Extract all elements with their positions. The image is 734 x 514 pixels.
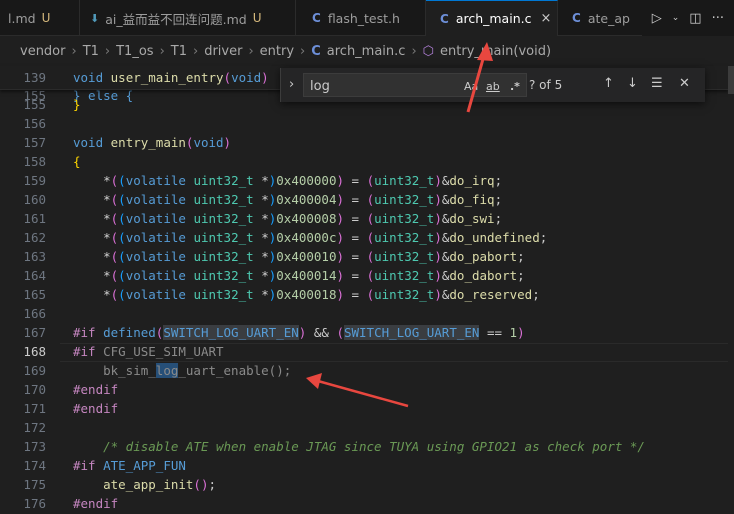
chevron-right-icon: › [411, 43, 417, 59]
regex-toggle[interactable]: .* [510, 80, 520, 93]
editor-actions: ▷ ⌄ ◫ ··· [641, 0, 734, 36]
split-editor-icon[interactable]: ◫ [689, 11, 701, 26]
code-line: 170 #endif [23, 382, 119, 397]
more-actions-icon[interactable]: ··· [712, 11, 724, 26]
arrow-down-icon[interactable]: ↓ [627, 76, 638, 91]
code-line: 157 void entry_main(void) [23, 135, 232, 150]
breadcrumb-item[interactable]: arch_main.c [327, 44, 406, 59]
tab-label: ate_ap [587, 10, 630, 26]
symbol-method-icon: ⬡ [422, 43, 435, 59]
tab-label: ai_益而益不回连问题.md [105, 11, 247, 27]
code-line: 162 *((volatile uint32_t *)0x40000c) = (… [23, 230, 548, 245]
code-line: 158{ [23, 154, 81, 169]
code-line: 174 #if ATE_APP_FUN [23, 458, 186, 473]
tab-l-md[interactable]: l.md U [0, 0, 80, 36]
code-line: 156 [23, 116, 46, 131]
code-line: 176 #endif [23, 496, 119, 511]
tab-ate-app[interactable]: C ate_ap [558, 0, 638, 36]
untracked-badge: U [41, 11, 51, 25]
vertical-scrollbar[interactable] [728, 66, 734, 514]
tab-flash-test-h[interactable]: C flash_test.h [296, 0, 426, 36]
code-line: 159 *((volatile uint32_t *)0x400000) = (… [23, 173, 503, 188]
code-line: 168 #if CFG_USE_SIM_UART [23, 344, 224, 359]
c-file-icon: C [572, 11, 581, 25]
c-file-icon: C [440, 11, 449, 26]
download-icon: ⬇ [90, 11, 100, 25]
breadcrumb-item[interactable]: driver [204, 44, 242, 59]
code-line: 166 [23, 306, 46, 321]
code-line: 165 *((volatile uint32_t *)0x400018) = (… [23, 287, 540, 302]
run-icon[interactable]: ▷ [652, 11, 662, 26]
code-line: 171 #endif [23, 401, 119, 416]
tab-label: flash_test.h [327, 10, 400, 26]
whole-word-toggle[interactable]: ab [486, 80, 500, 93]
chevron-right-icon[interactable]: › [289, 77, 294, 92]
editor-tab-bar: l.md U ⬇ ai_益而益不回连问题.md U C flash_test.h… [0, 0, 734, 36]
breadcrumb-item[interactable]: T1 [171, 44, 187, 59]
breadcrumb-item[interactable]: entry [260, 44, 294, 59]
code-editor[interactable]: 155} else { 155} 156 157 void entry_main(… [0, 66, 734, 514]
breadcrumb-item[interactable]: T1 [83, 44, 99, 59]
code-line: 167 #if defined(SWITCH_LOG_UART_EN) && (S… [23, 325, 525, 340]
match-count: ? of 5 [529, 78, 563, 92]
breadcrumb-item[interactable]: T1_os [116, 44, 153, 59]
chevron-right-icon: › [248, 43, 254, 59]
find-in-selection-icon[interactable]: ☰ [651, 76, 663, 91]
close-icon[interactable]: ✕ [679, 76, 690, 91]
code-line: 163 *((volatile uint32_t *)0x400010) = (… [23, 249, 525, 264]
close-icon[interactable]: × [540, 11, 551, 26]
code-line: 173 /* disable ATE when enable JTAG sinc… [23, 439, 645, 454]
breadcrumb: vendor › T1 › T1_os › T1 › driver › entr… [0, 36, 734, 66]
scrollbar-thumb[interactable] [728, 66, 734, 94]
code-line: 172 [23, 420, 46, 435]
tab-ai-md[interactable]: ⬇ ai_益而益不回连问题.md U [80, 0, 296, 36]
chevron-right-icon: › [300, 43, 306, 59]
code-line: 160 *((volatile uint32_t *)0x400004) = (… [23, 192, 503, 207]
breadcrumb-item[interactable]: vendor [20, 44, 65, 59]
tab-label: arch_main.c [455, 11, 532, 26]
breadcrumb-item[interactable]: entry_main(void) [440, 44, 551, 59]
find-widget: › Aa ab .* ? of 5 ↑ ↓ ☰ ✕ [280, 68, 705, 102]
arrow-up-icon[interactable]: ↑ [603, 76, 614, 91]
c-file-icon: C [312, 11, 321, 25]
chevron-down-icon[interactable]: ⌄ [672, 13, 680, 23]
tab-label: l.md [8, 10, 36, 26]
match-case-toggle[interactable]: Aa [464, 80, 478, 93]
chevron-right-icon: › [104, 43, 111, 59]
find-input[interactable] [308, 76, 462, 96]
find-input-box: Aa ab .* [303, 73, 527, 97]
untracked-badge: U [252, 11, 262, 25]
code-line: 161 *((volatile uint32_t *)0x400008) = (… [23, 211, 503, 226]
chevron-right-icon: › [71, 43, 77, 59]
code-line: 169 bk_sim_log_uart_enable(); [23, 363, 292, 378]
tab-arch-main-c[interactable]: C arch_main.c × [426, 0, 558, 36]
chevron-right-icon: › [159, 43, 165, 59]
code-line: 175 ate_app_init(); [23, 477, 217, 492]
code-line: 164 *((volatile uint32_t *)0x400014) = (… [23, 268, 525, 283]
c-file-icon: C [311, 43, 321, 59]
chevron-right-icon: › [192, 43, 199, 59]
